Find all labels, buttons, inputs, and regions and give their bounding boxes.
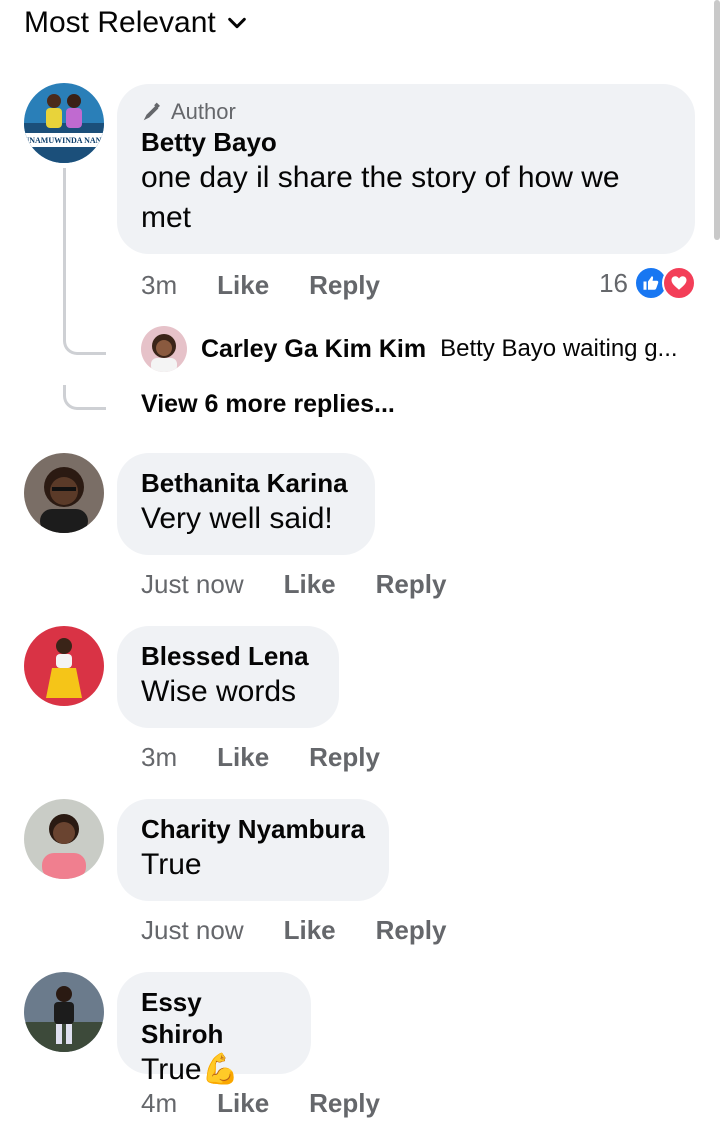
reply-button[interactable]: Reply — [376, 569, 447, 600]
chevron-down-icon — [227, 17, 246, 29]
avatar-image: UNAMUWINDA NANI — [24, 83, 104, 163]
reply-text: Betty Bayo waiting g... — [440, 335, 678, 362]
like-button[interactable]: Like — [284, 569, 336, 600]
reply-button[interactable]: Reply — [376, 915, 447, 946]
comment-bubble[interactable]: Author Betty Bayo one day il share the s… — [117, 84, 695, 254]
reply-button[interactable]: Reply — [309, 742, 380, 773]
comment-actions: 3m Like Reply — [141, 270, 420, 301]
avatar-charity-nyambura[interactable] — [24, 799, 104, 879]
timestamp[interactable]: Just now — [141, 915, 244, 946]
comment-text: True — [141, 848, 202, 881]
timestamp[interactable]: Just now — [141, 569, 244, 600]
avatar-image — [24, 972, 104, 1052]
reaction-count: 16 — [599, 267, 628, 298]
thread-connector — [63, 385, 106, 410]
like-button[interactable]: Like — [284, 915, 336, 946]
avatar-blessed-lena[interactable] — [24, 626, 104, 706]
avatar-caption: UNAMUWINDA NANI — [24, 136, 104, 145]
avatar-image — [24, 626, 104, 706]
comment-bubble[interactable]: Blessed Lena Wise words — [117, 626, 339, 728]
commenter-name[interactable]: Essy Shiroh — [141, 986, 287, 1050]
avatar-carley[interactable] — [141, 326, 187, 372]
timestamp[interactable]: 3m — [141, 742, 177, 773]
scrollbar[interactable] — [714, 0, 720, 240]
reply-button[interactable]: Reply — [309, 1088, 380, 1119]
avatar-essy-shiroh[interactable] — [24, 972, 104, 1052]
reply-button[interactable]: Reply — [309, 270, 380, 301]
timestamp[interactable]: 3m — [141, 270, 177, 301]
like-button[interactable]: Like — [217, 1088, 269, 1119]
comment-actions: Just now Like Reply — [141, 915, 486, 946]
avatar-image — [24, 799, 104, 879]
commenter-name[interactable]: Blessed Lena — [141, 640, 315, 672]
reply-commenter-name[interactable]: Carley Ga Kim Kim — [201, 335, 426, 364]
love-reaction-icon — [662, 266, 696, 300]
comment-bubble[interactable]: Bethanita Karina Very well said! — [117, 453, 375, 555]
sort-label: Most Relevant — [24, 6, 216, 39]
avatar-bethanita-karina[interactable] — [24, 453, 104, 533]
sort-dropdown[interactable]: Most Relevant — [24, 6, 248, 40]
pencil-icon — [143, 102, 160, 121]
comment-actions: 3m Like Reply — [141, 742, 420, 773]
author-label: Author — [171, 99, 236, 124]
avatar-image — [24, 453, 104, 533]
timestamp[interactable]: 4m — [141, 1088, 177, 1119]
commenter-name[interactable]: Charity Nyambura — [141, 813, 365, 845]
comment-text: True💪 — [141, 1053, 239, 1086]
avatar-betty-bayo[interactable]: UNAMUWINDA NANI — [24, 83, 104, 163]
comment-text: Very well said! — [141, 502, 333, 535]
reply-preview[interactable]: Carley Ga Kim Kim Betty Bayo waiting g..… — [141, 326, 701, 372]
reaction-summary[interactable]: 16 — [599, 266, 696, 300]
author-badge: Author — [141, 98, 671, 126]
commenter-name[interactable]: Bethanita Karina — [141, 467, 351, 499]
like-button[interactable]: Like — [217, 270, 269, 301]
commenter-name[interactable]: Betty Bayo — [141, 126, 671, 158]
thread-connector — [63, 330, 106, 355]
thread-line — [63, 168, 66, 336]
comment-text: Wise words — [141, 675, 297, 708]
like-button[interactable]: Like — [217, 742, 269, 773]
comment-actions: 4m Like Reply — [141, 1088, 420, 1119]
avatar-image — [141, 326, 187, 372]
comment-text: one day il share the story of how we met — [141, 161, 620, 234]
comment-bubble[interactable]: Essy Shiroh True💪 — [117, 972, 311, 1086]
comment-actions: Just now Like Reply — [141, 569, 486, 600]
comment-bubble[interactable]: Charity Nyambura True — [117, 799, 389, 901]
view-more-replies-link[interactable]: View 6 more replies... — [141, 390, 395, 419]
